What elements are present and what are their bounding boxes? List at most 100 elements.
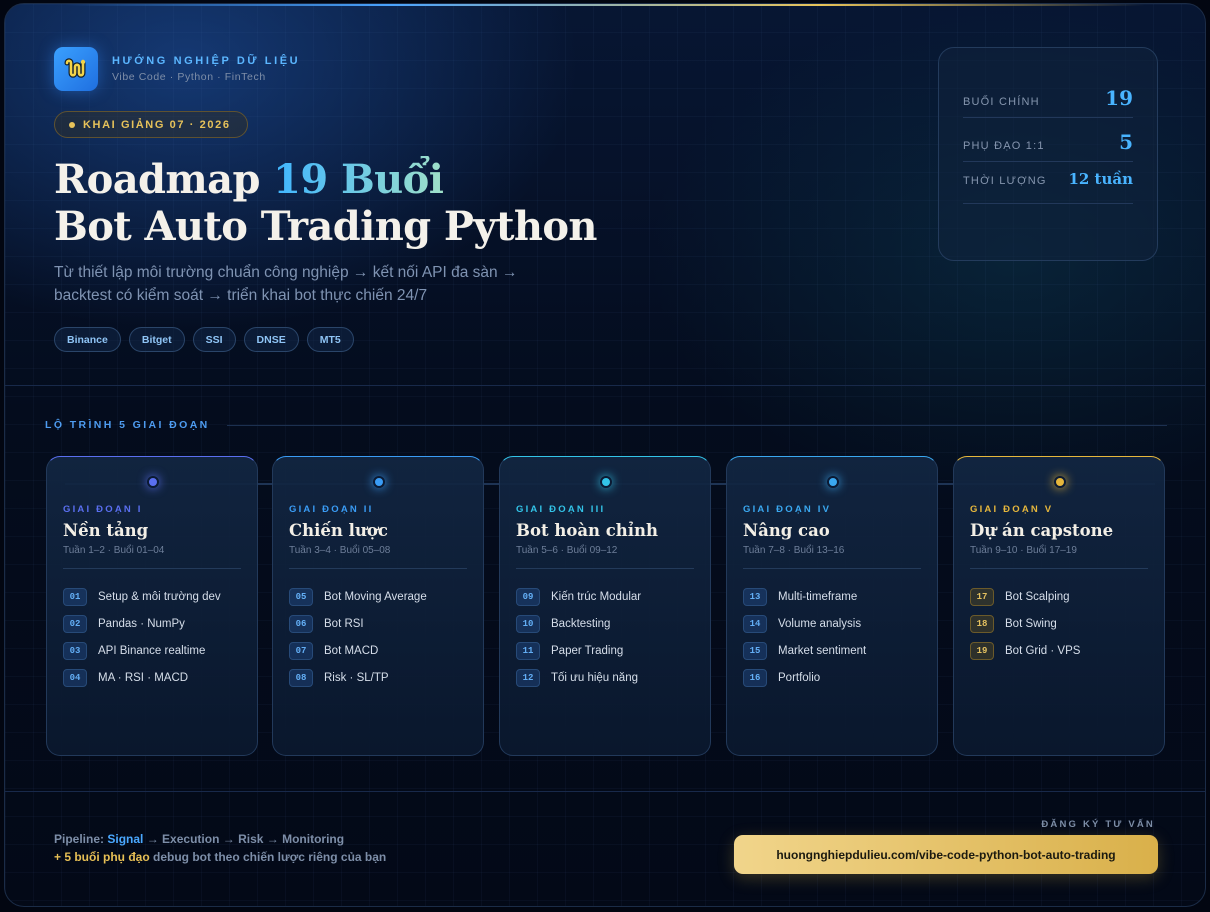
- lesson-title: Portfolio: [778, 671, 821, 684]
- lesson-list: 13 Multi-timeframe 14 Volume analysis 15 Mark…: [743, 583, 921, 691]
- lesson-item: 07 Bot MACD: [289, 637, 467, 664]
- stat-label: PHỤ ĐẠO 1:1: [963, 140, 1045, 152]
- title-line2: Bot Auto Trading Python: [54, 203, 598, 250]
- poster-frame: HƯỚNG NGHIỆP DỮ LIỆU Vibe Code · Python …: [4, 3, 1206, 907]
- phase-label: GIAI ĐOẠN I: [63, 504, 143, 515]
- top-accent-line: [65, 4, 1145, 6]
- phase-title: Chiến lược: [289, 521, 388, 540]
- lesson-number: 18: [970, 614, 994, 633]
- stat-label: THỜI LƯỢNG: [963, 175, 1047, 187]
- lesson-item: 14 Volume analysis: [743, 610, 921, 637]
- lesson-item: 08 Risk · SL/TP: [289, 664, 467, 691]
- lesson-title: Tối ưu hiệu năng: [551, 671, 638, 684]
- snake-logo-icon: [54, 47, 98, 91]
- phase-card: GIAI ĐOẠN I Nền tảng Tuần 1–2 · Buổi 01–04…: [46, 456, 258, 756]
- stats-card: BUỔI CHÍNH 19 PHỤ ĐẠO 1:1 5 THỜI LƯỢNG 1…: [938, 47, 1158, 261]
- lesson-number: 14: [743, 614, 767, 633]
- phase-title: Bot hoàn chỉnh: [516, 521, 659, 540]
- section-line: [227, 425, 1167, 426]
- pipeline-signal: Signal: [107, 832, 144, 846]
- phase-weeks: Tuần 5–6 · Buổi 09–12: [516, 545, 694, 569]
- phase-title: Nâng cao: [743, 521, 830, 540]
- stat-value: 12 tuần: [1068, 170, 1133, 188]
- lesson-item: 06 Bot RSI: [289, 610, 467, 637]
- exchange-tag: DNSE: [243, 327, 299, 352]
- dot-icon: [69, 121, 75, 128]
- lesson-number: 11: [516, 641, 540, 660]
- phase-weeks: Tuần 1–2 · Buổi 01–04: [63, 545, 241, 569]
- phase-node-icon: [147, 476, 159, 488]
- lesson-item: 02 Pandas · NumPy: [63, 610, 241, 637]
- launch-badge-label: KHAI GIẢNG 07 · 2026: [83, 118, 231, 131]
- lesson-title: Bot Swing: [1005, 617, 1057, 630]
- lesson-item: 04 MA · RSI · MACD: [63, 664, 241, 691]
- lesson-list: 09 Kiến trúc Modular 10 Backtesting 11 Paper …: [516, 583, 694, 691]
- lesson-title: Bot Moving Average: [324, 590, 427, 603]
- lesson-number: 08: [289, 668, 313, 687]
- roadmap-section-label: LỘ TRÌNH 5 GIAI ĐOẠN: [45, 419, 210, 431]
- phase-title: Dự án capstone: [970, 521, 1114, 540]
- lesson-number: 06: [289, 614, 313, 633]
- register-link-button[interactable]: huongnghiepdulieu.com/vibe-code-python-b…: [734, 835, 1158, 874]
- stat-row: PHỤ ĐẠO 1:1 5: [963, 118, 1133, 162]
- launch-badge: KHAI GIẢNG 07 · 2026: [54, 111, 248, 138]
- phase-card: GIAI ĐOẠN III Bot hoàn chỉnh Tuần 5–6 · Bu…: [499, 456, 711, 756]
- lesson-item: 16 Portfolio: [743, 664, 921, 691]
- lesson-number: 03: [63, 641, 87, 660]
- lesson-title: Bot Scalping: [1005, 590, 1070, 603]
- footer-info: Pipeline: Signal → Execution → Risk → Mo…: [54, 830, 386, 866]
- lesson-number: 01: [63, 587, 87, 606]
- phase-label: GIAI ĐOẠN III: [516, 504, 606, 515]
- lesson-title: Pandas · NumPy: [98, 617, 185, 630]
- title-prefix: Roadmap: [54, 156, 274, 203]
- lesson-title: Risk · SL/TP: [324, 671, 389, 684]
- brand: HƯỚNG NGHIỆP DỮ LIỆU Vibe Code · Python …: [54, 47, 300, 91]
- brand-name: HƯỚNG NGHIỆP DỮ LIỆU: [112, 55, 301, 67]
- lesson-number: 19: [970, 641, 994, 660]
- lesson-title: Market sentiment: [778, 644, 867, 657]
- phase-node-icon: [373, 476, 385, 488]
- phase-card: GIAI ĐOẠN IV Nâng cao Tuần 7–8 · Buổi 13–1…: [726, 456, 938, 756]
- lesson-item: 12 Tối ưu hiệu năng: [516, 664, 694, 691]
- phase-label: GIAI ĐOẠN II: [289, 504, 374, 515]
- lesson-item: 19 Bot Grid · VPS: [970, 637, 1148, 664]
- lesson-title: MA · RSI · MACD: [98, 671, 189, 684]
- lesson-title: Volume analysis: [778, 617, 862, 630]
- phase-weeks: Tuần 7–8 · Buổi 13–16: [743, 545, 921, 569]
- exchange-tags: Binance Bitget SSI DNSE MT5: [54, 327, 354, 352]
- stat-label: BUỔI CHÍNH: [963, 96, 1040, 108]
- lesson-title: API Binance realtime: [98, 644, 206, 657]
- lesson-title: Bot Grid · VPS: [1005, 644, 1081, 657]
- lesson-number: 16: [743, 668, 767, 687]
- lesson-list: 05 Bot Moving Average 06 Bot RSI 07 Bot MACD 0…: [289, 583, 467, 691]
- phase-weeks: Tuần 3–4 · Buổi 05–08: [289, 545, 467, 569]
- tutoring-highlight: + 5 buổi phụ đạo: [54, 850, 150, 864]
- lesson-list: 17 Bot Scalping 18 Bot Swing 19 Bot Grid · VP…: [970, 583, 1148, 664]
- lesson-list: 01 Setup & môi trường dev 02 Pandas · NumPy…: [63, 583, 241, 691]
- lesson-item: 05 Bot Moving Average: [289, 583, 467, 610]
- lesson-item: 03 API Binance realtime: [63, 637, 241, 664]
- phase-label: GIAI ĐOẠN V: [970, 504, 1054, 515]
- lesson-item: 11 Paper Trading: [516, 637, 694, 664]
- lesson-item: 09 Kiến trúc Modular: [516, 583, 694, 610]
- hero-title: Roadmap 19 Buổi Bot Auto Trading Python: [54, 156, 598, 250]
- lesson-title: Bot MACD: [324, 644, 379, 657]
- phase-node-icon: [827, 476, 839, 488]
- pipeline-label: Pipeline:: [54, 832, 105, 846]
- lesson-number: 12: [516, 668, 540, 687]
- phase-label: GIAI ĐOẠN IV: [743, 504, 832, 515]
- exchange-tag: SSI: [192, 327, 236, 352]
- title-highlight: 19 Buổi: [273, 156, 444, 203]
- lesson-title: Multi-timeframe: [778, 590, 858, 603]
- lesson-title: Kiến trúc Modular: [551, 590, 642, 603]
- phase-card: GIAI ĐOẠN V Dự án capstone Tuần 9–10 · Buổ…: [953, 456, 1165, 756]
- lesson-title: Paper Trading: [551, 644, 624, 657]
- cta-label: ĐĂNG KÝ TƯ VẤN: [1041, 819, 1155, 830]
- footer-divider: [5, 791, 1205, 792]
- lesson-title: Bot RSI: [324, 617, 364, 630]
- phase-node-icon: [1054, 476, 1066, 488]
- stat-value: 5: [1119, 130, 1133, 154]
- brand-subtitle: Vibe Code · Python · FinTech: [112, 71, 266, 83]
- lesson-item: 01 Setup & môi trường dev: [63, 583, 241, 610]
- pipeline-steps: → Execution → Risk → Monitoring: [146, 832, 345, 846]
